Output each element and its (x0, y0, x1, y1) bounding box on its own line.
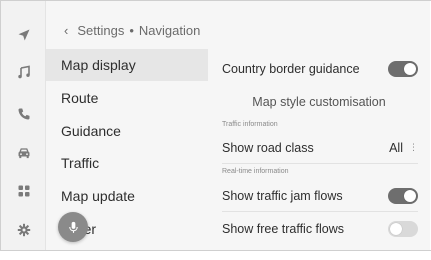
road-class-value[interactable]: All ⋮ (389, 141, 418, 155)
music-note-icon[interactable] (1, 57, 46, 87)
phone-icon[interactable] (1, 99, 46, 129)
navigation-settings-screen: ‹ Settings • Navigation Map display Route G… (0, 0, 431, 260)
settings-gear-icon[interactable] (1, 215, 46, 245)
menu-item-map-display[interactable]: Map display (46, 49, 208, 81)
map-style-header: Map style customisation (252, 95, 386, 109)
breadcrumb-separator: • (129, 23, 134, 38)
menu-item-label: Map update (61, 188, 135, 204)
breadcrumb[interactable]: ‹ Settings • Navigation (64, 23, 200, 38)
setting-label: Show free traffic flows (222, 222, 345, 236)
menu-item-label: Traffic (61, 155, 100, 171)
show-traffic-jam-flows-row[interactable]: Show traffic jam flows (222, 180, 418, 212)
breadcrumb-parent[interactable]: Settings (77, 23, 124, 38)
real-time-information-label: Real-time information (222, 168, 289, 175)
toggle-knob (404, 63, 416, 75)
traffic-jam-flows-toggle[interactable] (388, 187, 418, 204)
menu-item-label: Map display (61, 57, 136, 73)
menu-item-traffic[interactable]: Traffic (46, 147, 208, 179)
country-border-guidance-row[interactable]: Country border guidance (222, 53, 418, 85)
show-free-traffic-flows-row[interactable]: Show free traffic flows (222, 213, 418, 245)
menu-item-label: Guidance (61, 123, 121, 139)
country-border-guidance-toggle[interactable] (388, 61, 418, 77)
navigation-arrow-icon[interactable] (1, 20, 46, 50)
menu-item-route[interactable]: Route (46, 82, 208, 114)
menu-item-guidance[interactable]: Guidance (46, 115, 208, 147)
microphone-icon (68, 221, 78, 233)
menu-item-map-update[interactable]: Map update (46, 180, 208, 212)
setting-label: Show road class (222, 140, 314, 155)
road-class-selected: All (389, 140, 403, 155)
map-display-settings: Country border guidance Map style custom… (208, 1, 430, 250)
toggle-knob (404, 189, 416, 202)
voice-assistant-button[interactable] (58, 212, 88, 242)
show-road-class-row[interactable]: Show road class All ⋮ (222, 132, 418, 164)
menu-item-label: Route (61, 90, 99, 106)
free-traffic-flows-toggle[interactable] (388, 221, 418, 237)
breadcrumb-current: Navigation (138, 23, 201, 38)
icon-rail (1, 1, 46, 250)
apps-grid-icon[interactable] (1, 176, 46, 206)
traffic-information-label: Traffic information (222, 121, 278, 128)
toggle-knob (390, 223, 402, 235)
setting-label: Show traffic jam flows (222, 188, 343, 203)
setting-label: Country border guidance (222, 62, 360, 76)
car-icon[interactable] (1, 138, 46, 168)
more-options-icon[interactable]: ⋮ (409, 142, 418, 153)
back-chevron-icon[interactable]: ‹ (64, 23, 68, 38)
